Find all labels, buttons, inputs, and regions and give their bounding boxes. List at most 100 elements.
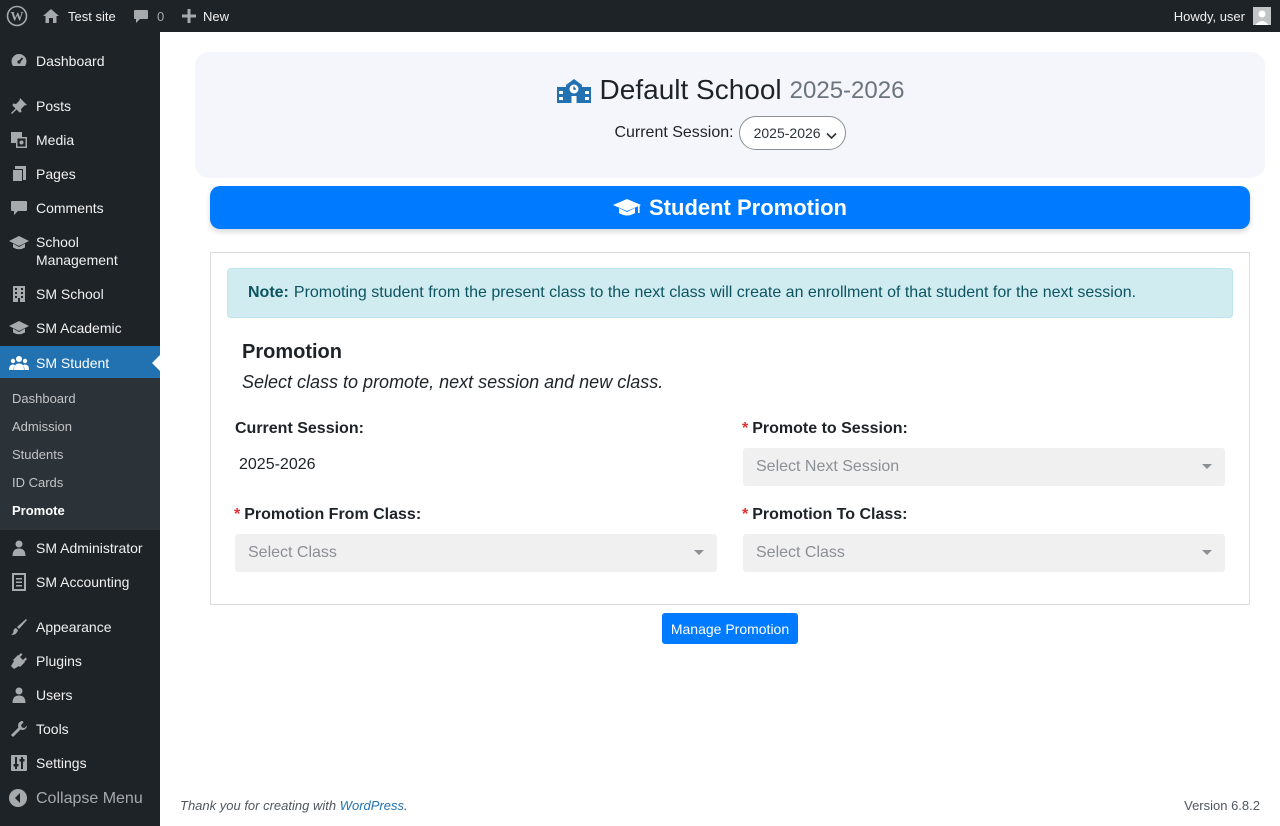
submenu-item-admission[interactable]: Admission (12, 419, 72, 434)
users-icon (9, 353, 29, 373)
site-name-label: Test site (68, 8, 116, 24)
menu-item-pages[interactable]: Pages (0, 160, 160, 188)
school-icon (556, 75, 592, 105)
school-session: 2025-2026 (789, 77, 905, 104)
current-menu-arrow (152, 355, 160, 371)
wordpress-link[interactable]: WordPress (340, 798, 404, 813)
menu-item-appearance[interactable]: Appearance (0, 613, 160, 641)
menu-item-users[interactable]: Users (0, 681, 160, 709)
dropdown-caret-icon (1202, 464, 1212, 469)
menu-item-media[interactable]: Media (0, 126, 160, 154)
menu-item-posts[interactable]: Posts (0, 92, 160, 120)
plus-icon (182, 9, 196, 23)
menu-label: SM School (36, 286, 104, 302)
graduation-cap-icon (9, 233, 29, 253)
comment-icon (133, 9, 149, 24)
menu-label: SM Administrator (36, 540, 143, 556)
new-label: New (203, 8, 230, 24)
school-name: Default School (599, 74, 782, 105)
menu-label: Settings (36, 755, 87, 771)
label-text: Promote to Session: (752, 420, 908, 437)
menu-item-sm-academic[interactable]: SM Academic (0, 314, 160, 342)
account-menu[interactable]: Howdy, user (1174, 0, 1271, 32)
menu-item-comments[interactable]: Comments (0, 194, 160, 222)
label-text: Promotion From Class: (244, 506, 422, 523)
manage-promotion-button[interactable]: Manage Promotion (662, 613, 798, 644)
footer-thanks-suffix: . (404, 798, 408, 813)
footer-version: Version 6.8.2 (1184, 798, 1260, 813)
collapse-menu-button[interactable]: Collapse Menu (0, 786, 160, 812)
promotion-from-class-select[interactable]: Select Class (235, 534, 717, 572)
promotion-to-class-label: * Promotion To Class: (742, 506, 908, 524)
dropdown-caret-icon (694, 550, 704, 555)
current-session-field-label: Current Session: (235, 420, 364, 437)
pages-icon (9, 164, 29, 184)
submenu-item-dashboard[interactable]: Dashboard (12, 391, 76, 406)
collapse-menu-label: Collapse Menu (36, 790, 143, 807)
menu-item-dashboard[interactable]: Dashboard (0, 48, 160, 74)
note-label: Note: (248, 284, 289, 301)
current-session-value: 2025-2026 (753, 125, 821, 141)
menu-label: SM Student (36, 355, 110, 371)
select-placeholder: Select Class (756, 544, 845, 561)
new-content-link[interactable]: New (182, 0, 229, 32)
menu-label: Posts (36, 98, 72, 114)
menu-item-sm-school[interactable]: SM School (0, 280, 160, 308)
submenu-item-id-cards[interactable]: ID Cards (12, 475, 63, 490)
wrench-icon (9, 719, 29, 739)
pin-icon (9, 96, 29, 116)
menu-label: Dashboard (36, 53, 105, 69)
menu-label: School Management (36, 234, 118, 268)
label-text: Promotion To Class: (752, 506, 908, 523)
note-text: Promoting student from the present class… (293, 284, 1137, 301)
banner-title: Student Promotion (649, 194, 847, 220)
select-placeholder: Select Class (248, 544, 337, 561)
info-note: Note: Promoting student from the present… (227, 268, 1233, 318)
sm-student-submenu: Dashboard Admission Students ID Cards Pr… (0, 378, 160, 530)
menu-item-settings[interactable]: Settings (0, 749, 160, 777)
menu-label: Appearance (36, 619, 112, 635)
current-session-field-value: 2025-2026 (239, 456, 316, 473)
comments-link[interactable]: 0 (133, 0, 164, 32)
menu-item-sm-accounting[interactable]: SM Accounting (0, 568, 160, 596)
required-mark: * (742, 506, 749, 523)
menu-label: Media (36, 132, 75, 148)
submenu-item-promote[interactable]: Promote (12, 503, 65, 518)
menu-label: Users (36, 687, 73, 703)
promotion-to-class-select[interactable]: Select Class (743, 534, 1225, 572)
home-icon (42, 8, 60, 24)
site-name-link[interactable]: Test site (42, 0, 116, 32)
menu-label: SM Academic (36, 320, 122, 336)
submenu-item-students[interactable]: Students (12, 447, 63, 462)
promote-to-session-select[interactable]: Select Next Session (743, 448, 1225, 486)
promotion-card: Note: Promoting student from the present… (210, 252, 1250, 605)
brush-icon (9, 617, 29, 637)
current-session-row: Current Session: 2025-2026 (195, 116, 1265, 150)
footer-thanks: Thank you for creating with WordPress. (180, 798, 408, 813)
select-placeholder: Select Next Session (756, 458, 900, 475)
wordpress-logo-icon[interactable]: W (6, 0, 28, 32)
greeting-label: Howdy, user (1173, 8, 1245, 24)
comment-icon (9, 198, 29, 218)
menu-label: Plugins (36, 653, 82, 669)
promotion-from-class-label: * Promotion From Class: (234, 506, 421, 524)
school-title: Default School 2025-2026 (195, 74, 1265, 106)
menu-item-sm-student[interactable]: SM Student (0, 346, 160, 380)
collapse-arrow-icon (8, 788, 28, 813)
dashboard-icon (9, 51, 29, 71)
ledger-icon (9, 572, 29, 592)
current-session-select[interactable]: 2025-2026 (738, 116, 846, 150)
promote-to-session-label: * Promote to Session: (742, 420, 908, 438)
building-icon (9, 284, 29, 304)
avatar (1253, 7, 1271, 25)
menu-item-plugins[interactable]: Plugins (0, 647, 160, 675)
sliders-icon (9, 753, 29, 773)
menu-label: SM Accounting (36, 574, 130, 590)
menu-item-school-management[interactable]: School Management (0, 228, 160, 274)
menu-item-tools[interactable]: Tools (0, 715, 160, 743)
menu-label: Tools (36, 721, 69, 737)
media-icon (9, 130, 29, 150)
menu-item-sm-administrator[interactable]: SM Administrator (0, 534, 160, 562)
required-mark: * (234, 506, 241, 523)
admin-bar: W Test site 0 New Howdy, user (0, 0, 1280, 32)
